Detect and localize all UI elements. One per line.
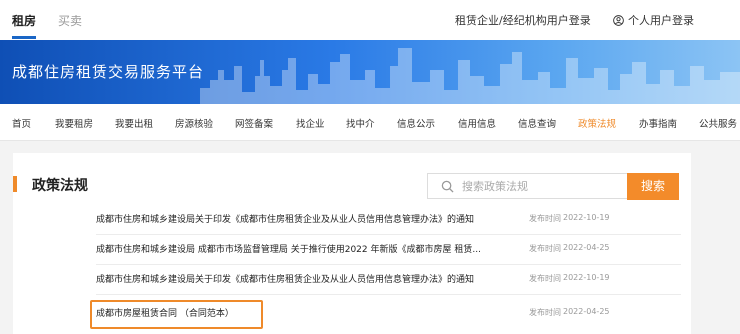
policy-panel: 政策法规 搜索 成都市住房和城乡建设局关于印发《成都市住房租赁企业及从业人员信用…: [13, 153, 691, 334]
nav-item-find-agent[interactable]: 找中介: [346, 116, 375, 130]
search-button[interactable]: 搜索: [627, 173, 679, 200]
nav-item-policy[interactable]: 政策法规: [578, 116, 616, 130]
publish-date: 2022-04-25: [563, 307, 610, 316]
section-title: 政策法规: [32, 178, 88, 194]
policy-title[interactable]: 成都市住房和城乡建设局 成都市市场监督管理局 关于推行使用2022 年新版《成都…: [96, 242, 481, 255]
nav-item-rent-house[interactable]: 我要租房: [55, 116, 93, 130]
nav-item-home[interactable]: 首页: [12, 116, 31, 130]
date-label: 发布时间: [529, 308, 561, 317]
publish-date: 2022-10-19: [563, 273, 610, 282]
city-skyline-image: [200, 48, 740, 104]
publish-date: 2022-10-19: [563, 213, 610, 222]
nav-item-info-query[interactable]: 信息查询: [518, 116, 556, 130]
tab-rent[interactable]: 租房: [12, 12, 36, 29]
banner: 成都住房租赁交易服务平台: [0, 40, 740, 104]
nav-item-credit-info[interactable]: 信用信息: [458, 116, 496, 130]
publish-date: 2022-04-25: [563, 243, 610, 252]
policy-title[interactable]: 成都市房屋租赁合同 （合同范本）: [96, 306, 234, 319]
policy-title[interactable]: 成都市住房和城乡建设局关于印发《成都市住房租赁企业及从业人员信用信息管理办法》的…: [96, 272, 474, 285]
nav-item-listing-verify[interactable]: 房源核验: [175, 116, 213, 130]
user-circle-icon: [613, 14, 624, 26]
nav-item-guide[interactable]: 办事指南: [639, 116, 677, 130]
nav-item-find-company[interactable]: 找企业: [296, 116, 325, 130]
active-tab-indicator: [12, 36, 36, 39]
nav-item-public-service[interactable]: 公共服务: [699, 116, 737, 130]
section-marker: [13, 176, 17, 192]
policy-title[interactable]: 成都市住房和城乡建设局关于印发《成都市住房租赁企业及从业人员信用信息管理办法》的…: [96, 212, 474, 225]
nav-item-info-disclosure[interactable]: 信息公示: [397, 116, 435, 130]
search-box: [427, 173, 627, 199]
date-label: 发布时间: [529, 244, 561, 253]
tab-buy[interactable]: 买卖: [58, 12, 82, 29]
main-nav: 首页 我要租房 我要出租 房源核验 网签备案 找企业 找中介 信息公示 信用信息…: [0, 104, 740, 141]
enterprise-login-link[interactable]: 租赁企业/经纪机构用户登录: [455, 12, 591, 28]
search-input[interactable]: [462, 178, 622, 194]
personal-login-link[interactable]: 个人用户登录: [613, 12, 694, 28]
list-item[interactable]: 成都市房屋租赁合同 （合同范本） 发布时间 2022-04-25: [96, 298, 681, 328]
nav-item-contract-filing[interactable]: 网签备案: [235, 116, 273, 130]
nav-item-rent-out[interactable]: 我要出租: [115, 116, 153, 130]
list-item[interactable]: 成都市住房和城乡建设局关于印发《成都市住房租赁企业及从业人员信用信息管理办法》的…: [96, 264, 681, 295]
top-bar: 租房 买卖 租赁企业/经纪机构用户登录 个人用户登录: [0, 0, 740, 40]
date-label: 发布时间: [529, 274, 561, 283]
site-title: 成都住房租赁交易服务平台: [12, 63, 205, 81]
list-item[interactable]: 成都市住房和城乡建设局关于印发《成都市住房租赁企业及从业人员信用信息管理办法》的…: [96, 204, 681, 235]
date-label: 发布时间: [529, 214, 561, 223]
search-icon: [441, 180, 454, 193]
list-item[interactable]: 成都市住房和城乡建设局 成都市市场监督管理局 关于推行使用2022 年新版《成都…: [96, 234, 681, 265]
personal-login-label: 个人用户登录: [628, 14, 694, 27]
